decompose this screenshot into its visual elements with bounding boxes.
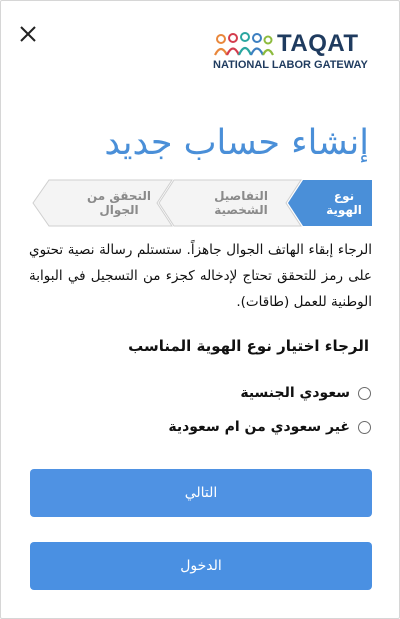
login-button[interactable]: الدخول xyxy=(30,542,372,590)
brand-name: TAQAT xyxy=(277,30,359,57)
radio-saudi[interactable] xyxy=(358,386,371,400)
close-button[interactable] xyxy=(17,23,39,45)
signup-dialog: TAQAT NATIONAL LABOR GATEWAY إنشاء حساب … xyxy=(0,0,400,619)
step-personal-details[interactable]: التفاصيل الشخصية xyxy=(193,189,289,217)
close-icon xyxy=(20,26,36,42)
option-saudi[interactable]: سعودي الجنسية xyxy=(240,385,371,401)
registration-stepper: نوع الهوية التفاصيل الشخصية التحقق من ال… xyxy=(29,179,372,227)
option-saudi-label: سعودي الجنسية xyxy=(240,385,350,401)
radio-non-saudi[interactable] xyxy=(358,420,371,434)
option-non-saudi-saudi-mother[interactable]: غير سعودي من ام سعودية xyxy=(168,419,371,435)
people-logo-icon xyxy=(214,32,274,56)
page-title: إنشاء حساب جديد xyxy=(104,123,369,163)
taqat-logo: TAQAT NATIONAL LABOR GATEWAY xyxy=(213,30,373,75)
option-non-saudi-label: غير سعودي من ام سعودية xyxy=(168,419,350,435)
id-type-question: الرجاء اختيار نوع الهوية المناسب xyxy=(128,337,369,355)
instructions-text: الرجاء إبقاء الهاتف الجوال جاهزاً. ستستل… xyxy=(29,242,372,310)
next-button[interactable]: التالي xyxy=(30,469,372,517)
step-id-type[interactable]: نوع الهوية xyxy=(317,189,371,217)
step-mobile-verification[interactable]: التحقق من الجوال xyxy=(69,189,169,217)
brand-tagline: NATIONAL LABOR GATEWAY xyxy=(213,59,368,71)
